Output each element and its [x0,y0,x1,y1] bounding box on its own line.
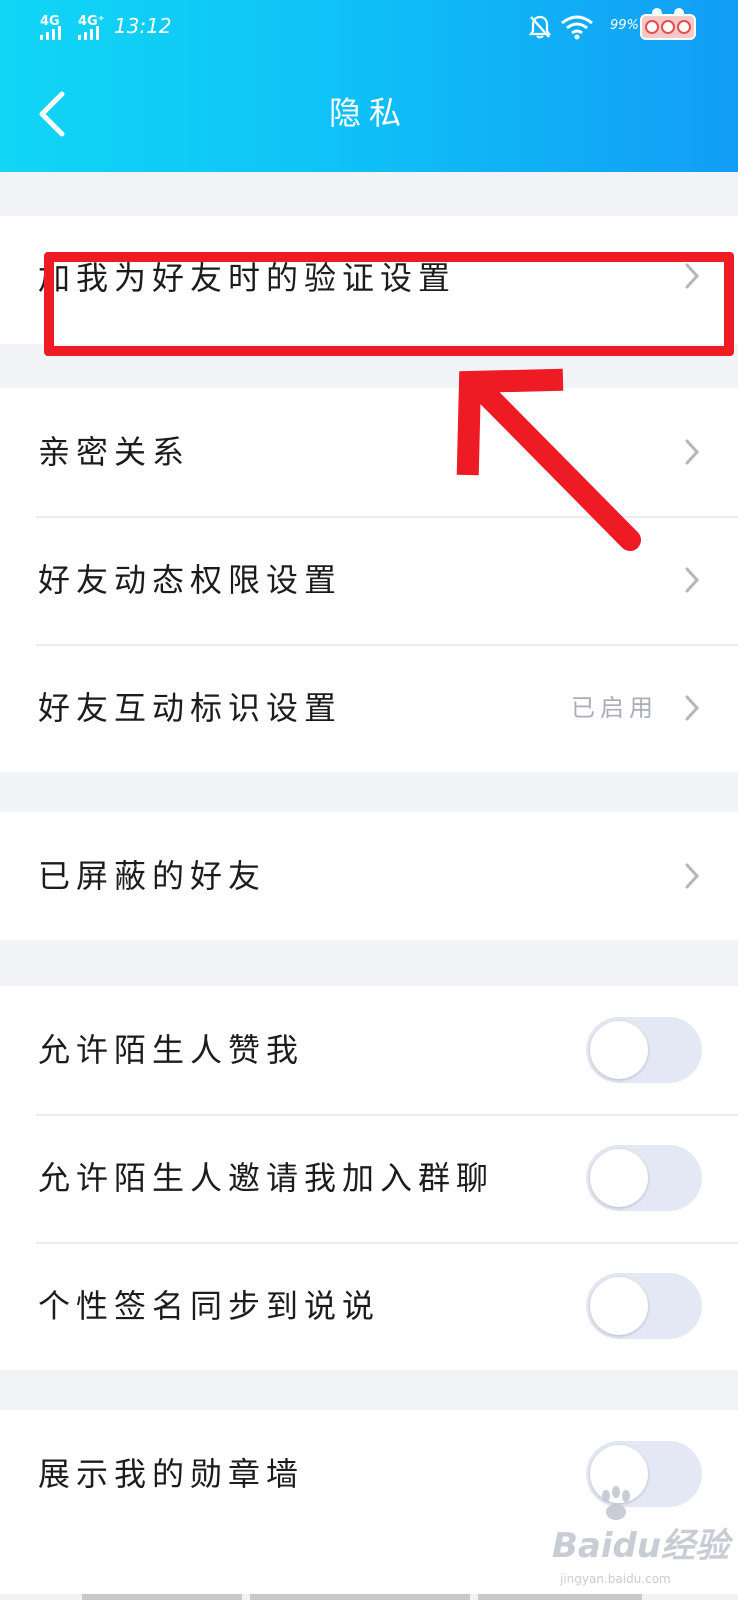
settings-group-stranger: 允许陌生人赞我 允许陌生人邀请我加入群聊 个性签名同步到说说 [0,986,738,1370]
row-label: 允许陌生人邀请我加入群聊 [38,1159,495,1197]
watermark-site: jingyan.baidu.com [560,1572,671,1586]
row-allow-stranger-likes: 允许陌生人赞我 [0,986,738,1114]
row-label: 展示我的勋章墙 [38,1455,305,1493]
status-time: 13:12 [114,14,172,38]
toggle-switch[interactable] [586,1145,702,1211]
toggle-knob [590,1021,648,1079]
toggle-switch[interactable] [586,1273,702,1339]
paw-logo-icon [602,1486,630,1520]
watermark-brand: Baidu经验 [552,1526,730,1566]
status-bar: 4G 4G⁺ 13:12 99% [0,0,738,56]
chevron-right-icon [685,695,700,721]
pointer-arrow-icon [456,368,641,551]
wifi-icon [561,15,593,40]
row-interaction-badge[interactable]: 好友互动标识设置 已启用 [0,644,738,772]
row-label: 好友互动标识设置 [38,689,343,727]
highlight-box [44,252,734,356]
chevron-right-icon [685,863,700,889]
settings-group-blocked: 已屏蔽的好友 [0,812,738,940]
row-allow-stranger-group-invite: 允许陌生人邀请我加入群聊 [0,1114,738,1242]
row-status-value: 已启用 [571,694,658,722]
row-blocked-friends[interactable]: 已屏蔽的好友 [0,812,738,940]
row-label: 亲密关系 [38,433,191,471]
toggle-knob [590,1149,648,1207]
page-title: 隐私 [328,94,409,132]
row-label: 好友动态权限设置 [38,561,343,599]
toggle-switch[interactable] [586,1017,702,1083]
battery-percent: 99% [610,18,639,33]
row-label: 已屏蔽的好友 [38,857,267,895]
chevron-right-icon [685,439,700,465]
signal-icon [40,26,61,40]
row-label: 个性签名同步到说说 [38,1287,381,1325]
row-signature-sync: 个性签名同步到说说 [0,1242,738,1370]
mute-bell-icon [528,15,552,39]
chevron-right-icon [685,567,700,593]
bottom-nav-bars [0,1594,738,1600]
battery-icon [640,8,696,40]
row-label: 允许陌生人赞我 [38,1031,305,1069]
signal-icon [78,26,99,40]
toggle-knob [590,1277,648,1335]
header-bar: 4G 4G⁺ 13:12 99% 隐私 [0,0,738,172]
